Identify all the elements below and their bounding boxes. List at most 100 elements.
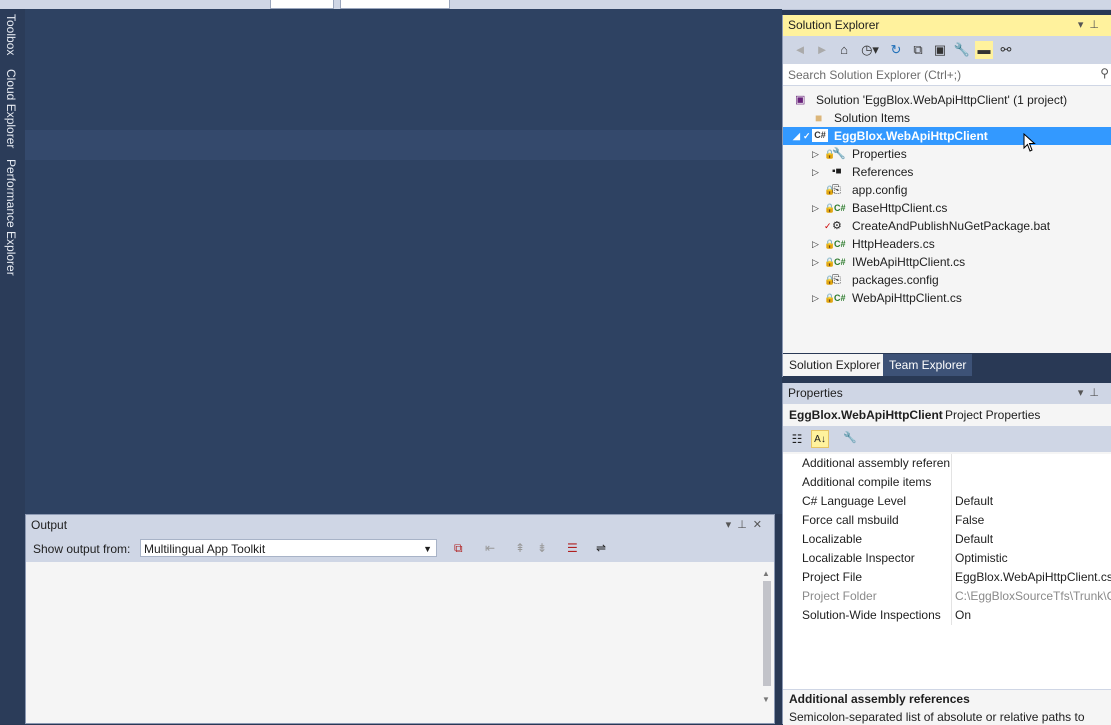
clear-all-icon[interactable]: ☰ xyxy=(567,541,578,555)
find-message-icon[interactable]: ⧉ xyxy=(454,541,463,556)
properties-icon[interactable]: 🔧 xyxy=(953,41,971,59)
tree-item-solution[interactable]: ▣ Solution 'EggBlox.WebApiHttpClient' (1… xyxy=(783,91,1111,109)
property-name: Solution-Wide Inspections xyxy=(802,608,941,622)
solex-search-box[interactable]: Search Solution Explorer (Ctrl+;) ⚲ xyxy=(783,64,1111,86)
show-all-files-icon[interactable]: ▣ xyxy=(931,41,949,59)
forward-icon[interactable]: ► xyxy=(813,41,831,59)
tab-performance-explorer[interactable]: Performance Explorer xyxy=(4,159,18,276)
tree-item-label: app.config xyxy=(852,183,908,197)
property-row[interactable]: Additional compile items xyxy=(783,473,1111,492)
search-icon[interactable]: ⚲ xyxy=(1100,66,1109,80)
show-output-label: Show output from: xyxy=(33,542,131,556)
scroll-up-icon[interactable]: ▲ xyxy=(762,569,770,578)
output-title-bar: Output ▾⊥✕ xyxy=(26,515,774,536)
go-to-previous-icon[interactable]: ⇤ xyxy=(485,541,495,555)
pin-icon[interactable]: ⊥ xyxy=(1089,19,1105,31)
class-diagram-icon[interactable]: ⚯ xyxy=(997,41,1015,59)
sync-icon[interactable]: ↻ xyxy=(887,41,905,59)
tree-item-project[interactable]: ◢ ✓ C# EggBlox.WebApiHttpClient xyxy=(783,127,1111,145)
tree-item-solution-items[interactable]: ■ Solution Items xyxy=(783,109,1111,127)
pin-icon[interactable]: ⊥ xyxy=(1089,387,1105,399)
property-row[interactable]: Project File EggBlox.WebApiHttpClient.cs xyxy=(783,568,1111,587)
back-icon[interactable]: ◄ xyxy=(791,41,809,59)
property-grid: Additional assembly referen Additional c… xyxy=(783,454,1111,625)
tree-item-iwebapihttpclient[interactable]: ▷ 🔒 C# IWebApiHttpClient.cs xyxy=(783,253,1111,271)
left-tool-tabs: Toolbox Cloud Explorer Performance Explo… xyxy=(0,9,25,724)
scrollbar-thumb[interactable] xyxy=(763,581,771,686)
tree-item-bat[interactable]: ✓ ⚙ CreateAndPublishNuGetPackage.bat xyxy=(783,217,1111,235)
property-value[interactable]: Default xyxy=(955,492,1111,511)
property-value[interactable]: False xyxy=(955,511,1111,530)
property-row[interactable]: Localizable Inspector Optimistic xyxy=(783,549,1111,568)
scroll-down-icon[interactable]: ▼ xyxy=(762,695,770,704)
properties-title-bar: Properties ▾⊥ xyxy=(783,383,1111,404)
next-message-icon[interactable]: ⇟ xyxy=(537,541,547,555)
collapsed-arrow-icon[interactable]: ▷ xyxy=(812,235,819,253)
expanded-arrow-icon[interactable]: ◢ xyxy=(793,127,800,145)
tree-item-packages-config[interactable]: 🔒 ⎘ packages.config xyxy=(783,271,1111,289)
tree-item-properties[interactable]: ▷ 🔒 🔧 Properties xyxy=(783,145,1111,163)
output-text-area[interactable]: ▲ ▼ xyxy=(26,563,774,723)
preview-icon[interactable]: ▬ xyxy=(975,41,993,59)
properties-object-selector[interactable]: EggBlox.WebApiHttpClient Project Propert… xyxy=(783,404,1111,426)
pin-icon[interactable]: ⊥ xyxy=(737,519,753,531)
property-divider xyxy=(951,473,952,492)
property-row[interactable]: Localizable Default xyxy=(783,530,1111,549)
solution-icon: ▣ xyxy=(795,94,806,106)
chevron-down-icon: ▼ xyxy=(423,544,432,554)
property-value[interactable]: Default xyxy=(955,530,1111,549)
property-name: Localizable Inspector xyxy=(802,551,915,565)
alphabetical-icon[interactable]: A↓ xyxy=(811,430,829,448)
collapsed-arrow-icon[interactable]: ▷ xyxy=(812,253,819,271)
home-icon[interactable]: ⌂ xyxy=(835,41,853,59)
solution-explorer-panel: Solution Explorer ▾⊥ ◄ ► ⌂ ◷▾ ↻ ⧉ ▣ 🔧 ▬ ⚯ Search … xyxy=(782,15,1111,377)
tab-team-explorer[interactable]: Team Explorer xyxy=(883,354,973,376)
tree-item-basehttpclient[interactable]: ▷ 🔒 C# BaseHttpClient.cs xyxy=(783,199,1111,217)
property-value[interactable]: C:\EggBloxSourceTfs\Trunk\C xyxy=(955,587,1111,606)
property-divider xyxy=(951,530,952,549)
previous-message-icon[interactable]: ⇞ xyxy=(515,541,525,555)
tree-item-references[interactable]: ▷ ▪■ References xyxy=(783,163,1111,181)
tree-item-app-config[interactable]: 🔒 ⎘ app.config xyxy=(783,181,1111,199)
properties-title: Properties xyxy=(788,386,843,400)
property-row[interactable]: C# Language Level Default xyxy=(783,492,1111,511)
property-row[interactable]: Force call msbuild False xyxy=(783,511,1111,530)
properties-window-controls: ▾⊥ xyxy=(1078,383,1105,404)
history-icon[interactable]: ◷▾ xyxy=(857,41,883,59)
tab-cloud-explorer[interactable]: Cloud Explorer xyxy=(4,69,18,148)
property-divider xyxy=(951,549,952,568)
csharp-file-icon: C# xyxy=(834,239,846,249)
output-source-select[interactable]: Multilingual App Toolkit ▼ xyxy=(140,539,437,557)
tab-toolbox[interactable]: Toolbox xyxy=(4,14,18,55)
tab-solution-explorer[interactable]: Solution Explorer xyxy=(783,354,887,376)
solution-config-dropdown[interactable] xyxy=(270,0,334,9)
property-row[interactable]: Solution-Wide Inspections On xyxy=(783,606,1111,625)
collapsed-arrow-icon[interactable]: ▷ xyxy=(812,145,819,163)
property-pages-icon[interactable]: 🔧 xyxy=(843,431,857,444)
collapsed-arrow-icon[interactable]: ▷ xyxy=(812,163,819,181)
tree-item-httpheaders[interactable]: ▷ 🔒 C# HttpHeaders.cs xyxy=(783,235,1111,253)
word-wrap-icon[interactable]: ⇌ xyxy=(596,541,606,555)
tree-item-label: References xyxy=(852,165,914,179)
solution-platform-dropdown[interactable] xyxy=(340,0,450,9)
description-text: Semicolon-separated list of absolute or … xyxy=(789,710,1085,724)
property-value[interactable]: On xyxy=(955,606,1111,625)
vertical-scrollbar[interactable]: ▲ ▼ xyxy=(762,569,771,704)
collapse-all-icon[interactable]: ⧉ xyxy=(909,41,927,59)
property-divider xyxy=(951,511,952,530)
mouse-cursor-icon xyxy=(1023,133,1036,152)
collapsed-arrow-icon[interactable]: ▷ xyxy=(812,289,819,307)
property-row[interactable]: Additional assembly referen xyxy=(783,454,1111,473)
property-value[interactable]: EggBlox.WebApiHttpClient.cs xyxy=(955,568,1111,587)
categorized-icon[interactable]: ☷ xyxy=(789,431,805,447)
property-value[interactable]: Optimistic xyxy=(955,549,1111,568)
property-row[interactable]: Project Folder C:\EggBloxSourceTfs\Trunk… xyxy=(783,587,1111,606)
tree-item-webapihttpclient[interactable]: ▷ 🔒 C# WebApiHttpClient.cs xyxy=(783,289,1111,307)
property-divider xyxy=(951,587,952,606)
close-icon[interactable]: ✕ xyxy=(753,519,768,531)
dropdown-icon[interactable]: ▾ xyxy=(726,519,738,531)
collapsed-arrow-icon[interactable]: ▷ xyxy=(812,199,819,217)
dropdown-icon[interactable]: ▾ xyxy=(1078,387,1090,399)
tree-item-label: packages.config xyxy=(852,273,939,287)
dropdown-icon[interactable]: ▾ xyxy=(1078,19,1090,31)
